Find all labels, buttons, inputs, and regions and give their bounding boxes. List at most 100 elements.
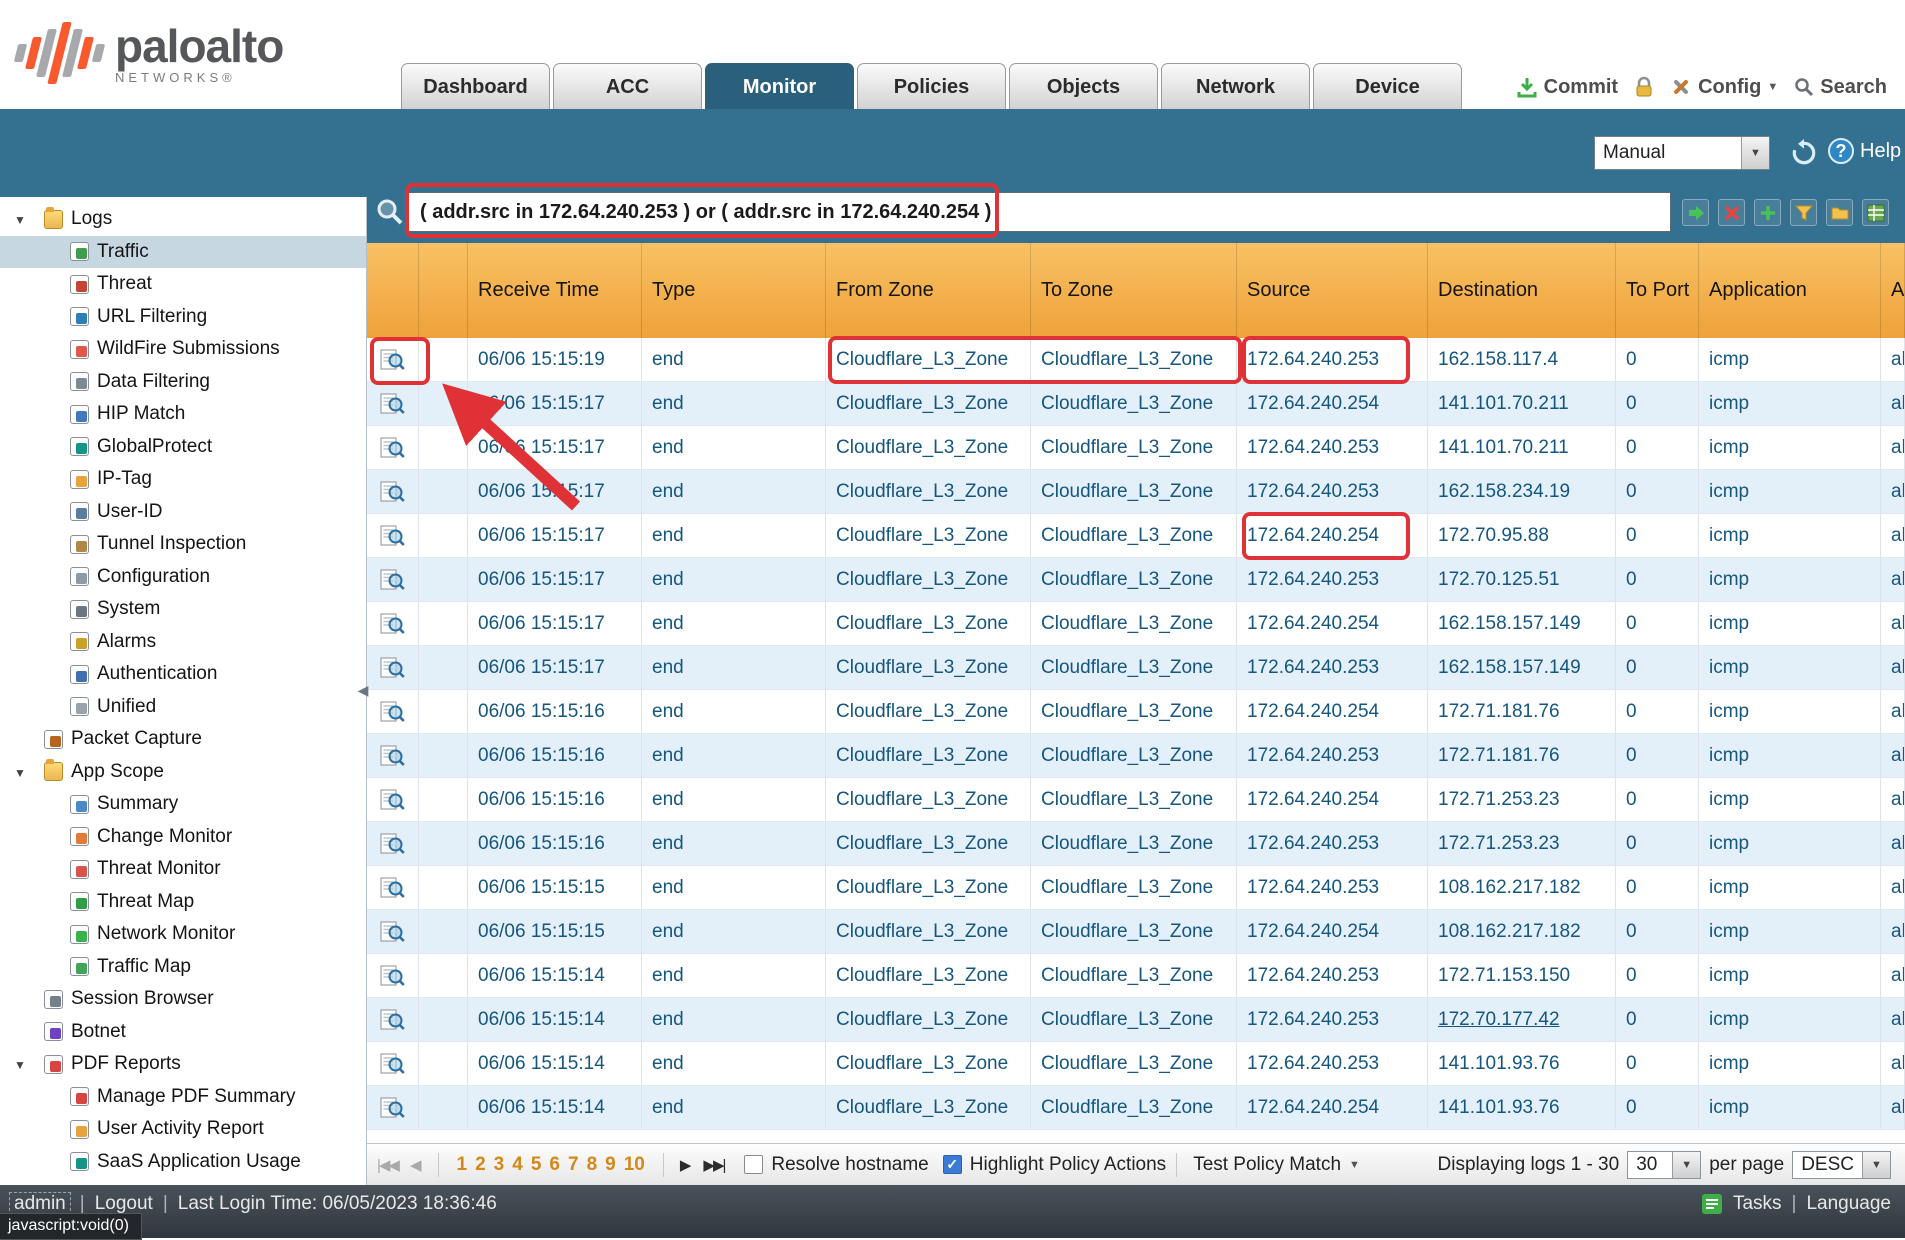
source-cell[interactable]: 172.64.240.254 xyxy=(1237,690,1428,734)
application-cell[interactable]: icmp xyxy=(1699,778,1881,822)
column-header-application[interactable]: Application xyxy=(1699,243,1881,338)
to-zone-cell[interactable]: Cloudflare_L3_Zone xyxy=(1031,910,1237,954)
from-zone-cell[interactable]: Cloudflare_L3_Zone xyxy=(826,778,1031,822)
action-cell[interactable]: al xyxy=(1881,866,1905,910)
action-cell[interactable]: al xyxy=(1881,778,1905,822)
type-cell[interactable]: end xyxy=(642,1042,826,1086)
type-cell[interactable]: end xyxy=(642,558,826,602)
type-cell[interactable]: end xyxy=(642,734,826,778)
log-row[interactable]: 06/06 15:15:17endCloudflare_L3_ZoneCloud… xyxy=(367,558,1905,602)
from-zone-cell[interactable]: Cloudflare_L3_Zone xyxy=(826,690,1031,734)
source-cell[interactable]: 172.64.240.253 xyxy=(1237,646,1428,690)
receive-time-cell[interactable]: 06/06 15:15:16 xyxy=(468,734,642,778)
tab-network[interactable]: Network xyxy=(1161,63,1310,109)
log-row[interactable]: 06/06 15:15:16endCloudflare_L3_ZoneCloud… xyxy=(367,822,1905,866)
to-zone-cell[interactable]: Cloudflare_L3_Zone xyxy=(1031,998,1237,1042)
to-zone-cell[interactable]: Cloudflare_L3_Zone xyxy=(1031,338,1237,382)
tab-monitor[interactable]: Monitor xyxy=(705,63,854,109)
column-header-a[interactable]: A xyxy=(1881,243,1905,338)
column-header-to-zone[interactable]: To Zone xyxy=(1031,243,1237,338)
sort-order-dropdown-button[interactable] xyxy=(1862,1152,1890,1178)
action-cell[interactable]: al xyxy=(1881,910,1905,954)
sidebar-item-manage-pdf-summary[interactable]: Manage PDF Summary xyxy=(0,1081,366,1114)
log-detail-magnifier-icon[interactable] xyxy=(367,998,419,1042)
column-header-destination[interactable]: Destination xyxy=(1428,243,1616,338)
application-cell[interactable]: icmp xyxy=(1699,426,1881,470)
log-row[interactable]: 06/06 15:15:17endCloudflare_L3_ZoneCloud… xyxy=(367,382,1905,426)
sidebar-item-ip-tag[interactable]: IP-Tag xyxy=(0,463,366,496)
source-cell[interactable]: 172.64.240.254 xyxy=(1237,514,1428,558)
resolve-hostname-checkbox[interactable] xyxy=(744,1155,763,1174)
sidebar-item-unified[interactable]: Unified xyxy=(0,691,366,724)
to-zone-cell[interactable]: Cloudflare_L3_Zone xyxy=(1031,954,1237,998)
action-cell[interactable]: al xyxy=(1881,1086,1905,1130)
to-zone-cell[interactable]: Cloudflare_L3_Zone xyxy=(1031,426,1237,470)
sidebar-item-tunnel-inspection[interactable]: Tunnel Inspection xyxy=(0,528,366,561)
log-detail-magnifier-icon[interactable] xyxy=(367,426,419,470)
log-row[interactable]: 06/06 15:15:14endCloudflare_L3_ZoneCloud… xyxy=(367,1042,1905,1086)
sidebar-item-alarms[interactable]: Alarms xyxy=(0,626,366,659)
log-detail-magnifier-icon[interactable] xyxy=(367,470,419,514)
column-header-receive-time[interactable]: Receive Time xyxy=(468,243,642,338)
sidebar-item-system[interactable]: System xyxy=(0,593,366,626)
type-cell[interactable]: end xyxy=(642,338,826,382)
action-cell[interactable]: al xyxy=(1881,602,1905,646)
previous-page-button[interactable] xyxy=(410,1156,422,1174)
page-number-8[interactable]: 8 xyxy=(587,1154,598,1176)
log-detail-magnifier-icon[interactable] xyxy=(367,866,419,910)
to-zone-cell[interactable]: Cloudflare_L3_Zone xyxy=(1031,646,1237,690)
to-port-cell[interactable]: 0 xyxy=(1616,1086,1699,1130)
from-zone-cell[interactable]: Cloudflare_L3_Zone xyxy=(826,1086,1031,1130)
sidebar-item-hip-match[interactable]: HIP Match xyxy=(0,398,366,431)
refresh-mode-dropdown-button[interactable] xyxy=(1741,137,1769,169)
tasks-button[interactable]: Tasks xyxy=(1733,1193,1782,1215)
destination-cell[interactable]: 141.101.70.211 xyxy=(1428,426,1616,470)
receive-time-cell[interactable]: 06/06 15:15:17 xyxy=(468,558,642,602)
application-cell[interactable]: icmp xyxy=(1699,558,1881,602)
page-number-7[interactable]: 7 xyxy=(568,1154,579,1176)
sidebar-item-threat-monitor[interactable]: Threat Monitor xyxy=(0,853,366,886)
log-detail-magnifier-icon[interactable] xyxy=(367,1086,419,1130)
destination-cell[interactable]: 108.162.217.182 xyxy=(1428,910,1616,954)
to-zone-cell[interactable]: Cloudflare_L3_Zone xyxy=(1031,470,1237,514)
column-header-type[interactable]: Type xyxy=(642,243,826,338)
log-detail-magnifier-icon[interactable] xyxy=(367,910,419,954)
action-cell[interactable]: al xyxy=(1881,338,1905,382)
source-cell[interactable]: 172.64.240.254 xyxy=(1237,1086,1428,1130)
page-number-2[interactable]: 2 xyxy=(475,1154,486,1176)
to-port-cell[interactable]: 0 xyxy=(1616,778,1699,822)
sidebar-item-threat[interactable]: Threat xyxy=(0,268,366,301)
sidebar-item-change-monitor[interactable]: Change Monitor xyxy=(0,821,366,854)
type-cell[interactable]: end xyxy=(642,822,826,866)
application-cell[interactable]: icmp xyxy=(1699,734,1881,778)
sidebar-item-network-monitor[interactable]: Network Monitor xyxy=(0,918,366,951)
action-cell[interactable]: al xyxy=(1881,822,1905,866)
log-row[interactable]: 06/06 15:15:17endCloudflare_L3_ZoneCloud… xyxy=(367,602,1905,646)
to-port-cell[interactable]: 0 xyxy=(1616,954,1699,998)
sidebar-item-globalprotect[interactable]: GlobalProtect xyxy=(0,431,366,464)
application-cell[interactable]: icmp xyxy=(1699,690,1881,734)
from-zone-cell[interactable]: Cloudflare_L3_Zone xyxy=(826,602,1031,646)
destination-cell[interactable]: 172.71.153.150 xyxy=(1428,954,1616,998)
log-row[interactable]: 06/06 15:15:16endCloudflare_L3_ZoneCloud… xyxy=(367,778,1905,822)
source-cell[interactable]: 172.64.240.253 xyxy=(1237,470,1428,514)
filter-builder-button[interactable] xyxy=(1790,199,1817,226)
to-zone-cell[interactable]: Cloudflare_L3_Zone xyxy=(1031,382,1237,426)
receive-time-cell[interactable]: 06/06 15:15:15 xyxy=(468,866,642,910)
to-zone-cell[interactable]: Cloudflare_L3_Zone xyxy=(1031,602,1237,646)
column-header-from-zone[interactable]: From Zone xyxy=(826,243,1031,338)
column-header-blank[interactable] xyxy=(419,243,468,338)
log-row[interactable]: 06/06 15:15:17endCloudflare_L3_ZoneCloud… xyxy=(367,514,1905,558)
source-cell[interactable]: 172.64.240.253 xyxy=(1237,954,1428,998)
sidebar-item-url-filtering[interactable]: URL Filtering xyxy=(0,301,366,334)
from-zone-cell[interactable]: Cloudflare_L3_Zone xyxy=(826,822,1031,866)
log-detail-magnifier-icon[interactable] xyxy=(367,778,419,822)
destination-cell[interactable]: 141.101.93.76 xyxy=(1428,1042,1616,1086)
application-cell[interactable]: icmp xyxy=(1699,1086,1881,1130)
log-detail-magnifier-icon[interactable] xyxy=(367,690,419,734)
application-cell[interactable]: icmp xyxy=(1699,382,1881,426)
from-zone-cell[interactable]: Cloudflare_L3_Zone xyxy=(826,1042,1031,1086)
log-detail-magnifier-icon[interactable] xyxy=(367,382,419,426)
action-cell[interactable]: al xyxy=(1881,690,1905,734)
receive-time-cell[interactable]: 06/06 15:15:17 xyxy=(468,426,642,470)
